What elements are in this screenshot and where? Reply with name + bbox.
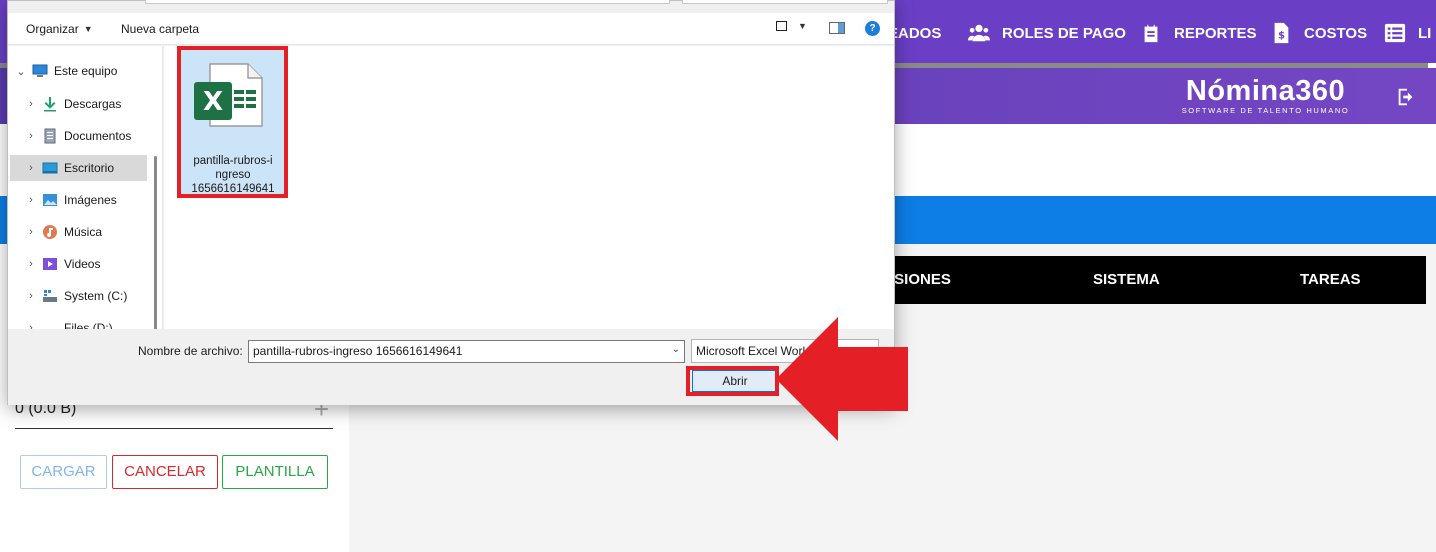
nav-item-imagenes[interactable]: › Imágenes xyxy=(10,187,146,213)
desktop-icon xyxy=(42,162,58,174)
clipboard-icon xyxy=(1144,22,1158,43)
images-icon xyxy=(43,194,57,206)
nav-item-label: Descargas xyxy=(64,97,122,111)
menu-item-sistema[interactable]: SISTEMA xyxy=(1093,256,1160,304)
cargar-button[interactable]: CARGAR xyxy=(20,455,107,489)
chevron-right-icon: › xyxy=(29,130,33,142)
nav-roles-de-pago[interactable]: ROLES DE PAGO xyxy=(968,20,1126,46)
chevron-right-icon: › xyxy=(29,226,33,238)
svg-text:$: $ xyxy=(1278,31,1285,42)
view-icon xyxy=(776,21,787,31)
organize-button[interactable]: Organizar ▼ xyxy=(26,22,93,36)
chevron-down-icon: ⌄ xyxy=(16,65,26,78)
nav-item-musica[interactable]: › Música xyxy=(10,219,146,245)
menu-item-tareas[interactable]: TAREAS xyxy=(1300,256,1361,304)
nav-item-system-c[interactable]: › System (C:) xyxy=(10,283,146,309)
documents-icon xyxy=(44,128,56,144)
nav-item-label: Documentos xyxy=(64,129,132,143)
brand-logo: Nómina360 SOFTWARE DE TALENTO HUMANO xyxy=(1173,75,1358,115)
nav-costos-label: COSTOS xyxy=(1304,24,1368,42)
help-button[interactable]: ? xyxy=(865,21,880,36)
menu-item-comisiones[interactable]: ISIONES xyxy=(890,256,951,304)
chevron-down-icon[interactable]: ⌄ xyxy=(672,344,680,355)
preview-pane-icon xyxy=(829,22,845,34)
nav-item-descargas[interactable]: › Descargas xyxy=(10,91,146,117)
nav-item-documentos[interactable]: › Documentos xyxy=(10,123,146,149)
help-icon: ? xyxy=(865,21,880,36)
filename-value: pantilla-rubros-ingreso 1656616149641 xyxy=(253,344,463,358)
nav-item-este-equipo[interactable]: ⌄ Este equipo xyxy=(10,58,146,84)
nav-item-label: System (C:) xyxy=(64,289,128,303)
module-menu: ISIONES SISTEMA TAREAS xyxy=(870,256,1426,304)
nav-item-label: Este equipo xyxy=(54,64,118,78)
download-icon xyxy=(44,97,56,112)
dollar-document-icon: $ xyxy=(1274,22,1289,44)
red-arrow-annotation xyxy=(776,317,908,441)
nav-item-label: Videos xyxy=(64,257,101,271)
filename-label: Nombre de archivo: xyxy=(138,344,243,358)
nav-empleados[interactable]: EADOS xyxy=(888,20,941,46)
computer-icon xyxy=(32,64,48,77)
chevron-right-icon: › xyxy=(29,290,33,302)
view-options-button[interactable]: ▼ xyxy=(776,21,807,31)
nav-li[interactable]: LI xyxy=(1384,20,1431,46)
nav-reportes[interactable]: REPORTES xyxy=(1140,20,1257,46)
new-folder-label: Nueva carpeta xyxy=(121,22,200,36)
filename-input[interactable]: pantilla-rubros-ingreso 1656616149641 ⌄ xyxy=(248,340,685,363)
cancelar-button[interactable]: CANCELAR xyxy=(112,455,218,489)
brand-tagline: SOFTWARE DE TALENTO HUMANO xyxy=(1181,106,1350,115)
address-bar[interactable] xyxy=(145,0,670,4)
nav-item-files-d[interactable]: › Files (D:) xyxy=(10,315,146,329)
nav-item-label: Música xyxy=(64,225,103,239)
nav-item-label: Imágenes xyxy=(64,193,117,207)
chevron-right-icon: › xyxy=(29,258,33,270)
brand-name: Nómina360 xyxy=(1185,75,1346,107)
nav-roles-label: ROLES DE PAGO xyxy=(1002,24,1126,42)
dialog-toolbar: Organizar ▼ Nueva carpeta ▼ ? xyxy=(8,13,894,45)
music-icon xyxy=(43,225,57,239)
drive-icon xyxy=(42,320,58,329)
screen: EADOS ROLES DE PAGO REPORTES $ COSTOS LI… xyxy=(0,0,1436,552)
drive-icon xyxy=(43,290,57,302)
search-box[interactable] xyxy=(682,0,888,4)
nav-item-videos[interactable]: › Videos xyxy=(10,251,146,277)
nav-item-label: Files (D:) xyxy=(64,321,113,329)
preview-pane-button[interactable] xyxy=(829,22,845,34)
list-icon xyxy=(1384,23,1406,43)
new-folder-button[interactable]: Nueva carpeta xyxy=(121,22,199,36)
nav-costos[interactable]: $ COSTOS xyxy=(1270,20,1367,46)
organize-label: Organizar xyxy=(26,22,79,36)
chevron-right-icon: › xyxy=(29,322,33,329)
plantilla-button[interactable]: PLANTILLA xyxy=(222,455,328,489)
users-group-icon xyxy=(968,24,990,42)
logout-icon[interactable] xyxy=(1395,86,1417,108)
nav-li-label: LI xyxy=(1418,24,1432,42)
nav-item-label: Escritorio xyxy=(64,161,115,175)
nav-item-escritorio[interactable]: › Escritorio xyxy=(10,155,147,181)
navigation-pane: ⌄ Este equipo › Descargas › Documentos ›… xyxy=(8,46,163,329)
nav-reportes-label: REPORTES xyxy=(1174,24,1257,42)
highlight-file-box xyxy=(177,46,288,198)
chevron-down-icon: ▼ xyxy=(798,21,807,31)
chevron-down-icon: ▼ xyxy=(83,24,93,34)
nav-empleados-label: EADOS xyxy=(888,24,942,42)
chevron-right-icon: › xyxy=(29,98,33,110)
chevron-right-icon: › xyxy=(29,194,33,206)
videos-icon xyxy=(43,258,57,270)
chevron-right-icon: › xyxy=(29,162,33,174)
nav-scrollbar[interactable] xyxy=(154,156,157,329)
